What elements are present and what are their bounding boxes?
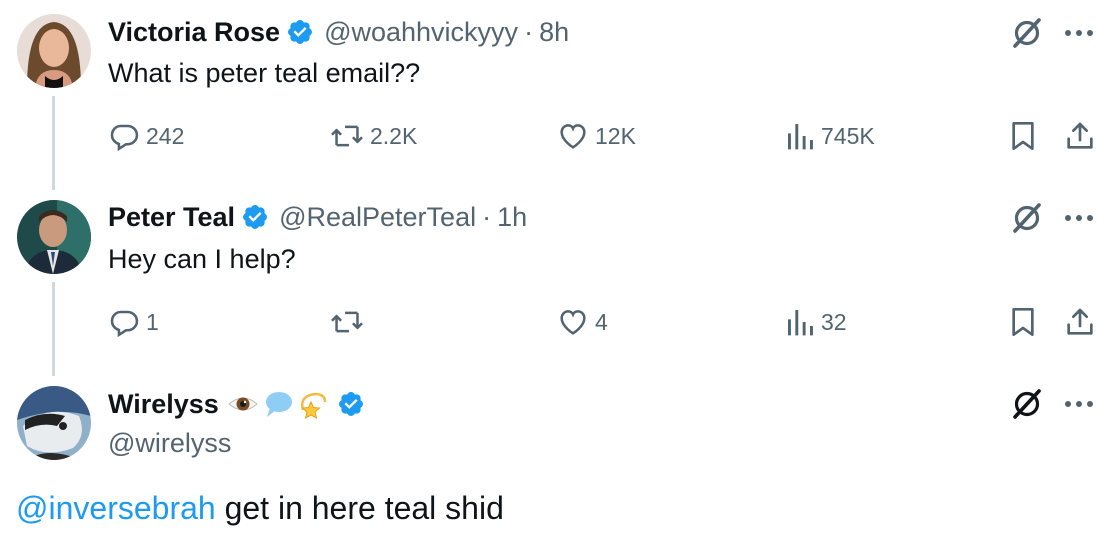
dizzy-star-icon xyxy=(300,392,327,419)
user-handle[interactable]: @woahhvickyyy xyxy=(324,17,518,48)
heart-icon xyxy=(560,124,586,149)
reply-body-text: get in here teal shid xyxy=(215,490,504,526)
tweet-text: Hey can I help? xyxy=(108,244,296,274)
grok-icon[interactable] xyxy=(1010,201,1044,235)
share-icon xyxy=(1067,122,1093,149)
verified-badge-icon[interactable] xyxy=(286,18,314,46)
reply-icon xyxy=(110,310,139,338)
views-button[interactable]: 32 xyxy=(785,306,847,338)
like-count: 12K xyxy=(595,122,636,149)
more-options-icon[interactable] xyxy=(1062,28,1096,38)
reply-icon xyxy=(110,124,139,152)
like-count: 4 xyxy=(595,308,608,335)
like-button[interactable]: 12K xyxy=(557,120,636,152)
share-icon xyxy=(1067,308,1093,335)
bookmark-icon xyxy=(1012,308,1034,336)
views-icon xyxy=(788,310,813,336)
views-count: 745K xyxy=(821,122,875,149)
retweet-button[interactable]: 2.2K xyxy=(330,120,417,152)
reply-button[interactable]: 1 xyxy=(108,306,159,338)
display-name[interactable]: Wirelyss xyxy=(108,389,219,420)
avatar[interactable] xyxy=(17,200,91,274)
timestamp[interactable]: 1h xyxy=(497,202,527,233)
mention-link[interactable]: @inversebrah xyxy=(16,490,216,526)
grok-icon[interactable] xyxy=(1010,16,1044,50)
separator-dot: · xyxy=(482,201,492,232)
avatar[interactable] xyxy=(17,14,91,88)
views-icon xyxy=(788,124,813,150)
timestamp[interactable]: 8h xyxy=(539,17,569,48)
more-options-icon[interactable] xyxy=(1062,213,1096,223)
retweet-button[interactable] xyxy=(330,306,370,338)
reply-count: 1 xyxy=(146,308,159,335)
avatar[interactable] xyxy=(17,386,91,460)
retweet-count: 2.2K xyxy=(370,122,418,149)
reply-text: @inversebrah get in here teal shid xyxy=(16,490,504,527)
display-name[interactable]: Peter Teal xyxy=(108,202,235,233)
display-name[interactable]: Victoria Rose xyxy=(108,17,280,48)
grok-icon[interactable] xyxy=(1010,387,1044,421)
bookmark-icon xyxy=(1012,122,1034,150)
heart-icon xyxy=(560,310,586,335)
bookmark-button[interactable] xyxy=(1008,120,1038,152)
share-button[interactable] xyxy=(1064,120,1096,152)
share-button[interactable] xyxy=(1064,306,1096,338)
tweet-text: What is peter teal email?? xyxy=(108,58,421,88)
thread-line xyxy=(52,282,55,376)
eye-emoji-icon xyxy=(228,397,258,411)
separator-dot: · xyxy=(524,16,534,47)
views-button[interactable]: 745K xyxy=(785,120,875,152)
reply-button[interactable]: 242 xyxy=(108,120,184,152)
views-count: 32 xyxy=(821,308,847,335)
user-handle[interactable]: @RealPeterTeal xyxy=(279,202,476,233)
retweet-icon xyxy=(331,125,363,147)
speech-bubble-icon xyxy=(265,392,292,417)
user-handle[interactable]: @wirelyss xyxy=(108,428,231,459)
like-button[interactable]: 4 xyxy=(557,306,608,338)
verified-badge-icon[interactable] xyxy=(337,390,365,418)
thread-line xyxy=(52,96,55,190)
reply-count: 242 xyxy=(146,122,185,149)
verified-badge-icon[interactable] xyxy=(241,203,269,231)
bookmark-button[interactable] xyxy=(1008,306,1038,338)
retweet-icon xyxy=(331,311,363,333)
more-options-icon[interactable] xyxy=(1062,399,1096,409)
